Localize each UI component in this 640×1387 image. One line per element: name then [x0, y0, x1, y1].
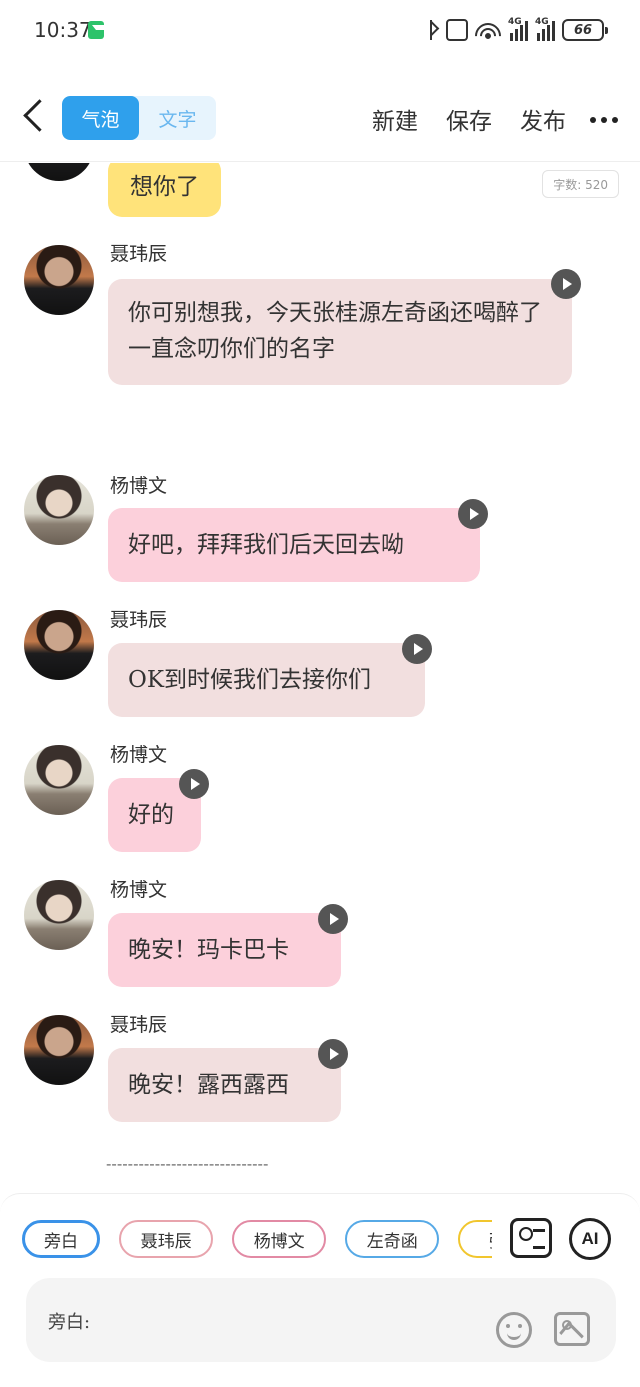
- message-bubble[interactable]: 晚安！露西露西: [108, 1048, 341, 1122]
- new-button[interactable]: 新建: [372, 102, 418, 136]
- message-bubble[interactable]: 晚安！玛卡巴卡: [108, 913, 341, 987]
- message-bubble[interactable]: OK到时候我们去接你们: [108, 643, 425, 717]
- play-icon[interactable]: [402, 634, 432, 664]
- avatar[interactable]: [24, 745, 94, 815]
- play-icon[interactable]: [458, 499, 488, 529]
- speaker-name: 杨博文: [110, 879, 168, 901]
- bottom-panel: 旁白 聂玮辰 杨博文 左奇函 张函 AI 旁白:: [0, 1193, 640, 1387]
- play-icon[interactable]: [318, 904, 348, 934]
- speaker-name: 聂玮辰: [110, 609, 168, 631]
- tab-bubble[interactable]: 气泡: [62, 96, 139, 140]
- top-actions: 新建 保存 发布: [344, 102, 620, 136]
- speaker-name: 杨博文: [110, 744, 168, 766]
- avatar[interactable]: [24, 475, 94, 545]
- save-button[interactable]: 保存: [446, 102, 492, 136]
- message-bubble[interactable]: 好吧，拜拜我们后天回去呦: [108, 508, 480, 582]
- input-speaker-label: 旁白:: [48, 1312, 91, 1333]
- status-bar: 10:37 4G 4G 66: [0, 0, 640, 62]
- emoji-icon[interactable]: [496, 1312, 532, 1348]
- more-icon[interactable]: [590, 109, 620, 129]
- status-time: 10:37: [34, 18, 92, 42]
- avatar[interactable]: [24, 610, 94, 680]
- speaker-name: 聂玮辰: [110, 1014, 168, 1036]
- avatar[interactable]: [24, 245, 94, 315]
- ai-button[interactable]: AI: [569, 1218, 611, 1260]
- avatar[interactable]: [24, 880, 94, 950]
- play-icon[interactable]: [179, 769, 209, 799]
- bluetooth-icon: [425, 19, 439, 41]
- message-input[interactable]: 旁白:: [26, 1278, 616, 1362]
- tab-text[interactable]: 文字: [139, 96, 216, 140]
- chip-zuo[interactable]: 左奇函: [345, 1220, 440, 1258]
- chip-yang[interactable]: 杨博文: [232, 1220, 327, 1258]
- chat-area[interactable]: 字数: 520 想你了 聂玮辰 你可别想我，今天张桂源左奇函还喝醉了一直念叨你们…: [0, 163, 640, 1193]
- vibrate-icon: [446, 19, 468, 41]
- message-bubble[interactable]: 想你了: [108, 163, 221, 217]
- speaker-name: 聂玮辰: [110, 243, 168, 265]
- hourglass-icon: [88, 21, 108, 39]
- end-divider: ------------------------------: [106, 1155, 269, 1173]
- image-icon[interactable]: [554, 1312, 590, 1346]
- avatar[interactable]: [24, 163, 94, 181]
- chip-narrator[interactable]: 旁白: [22, 1220, 100, 1258]
- back-icon[interactable]: [20, 100, 46, 132]
- battery-icon: 66: [562, 19, 608, 41]
- signal-icon-2: 4G: [535, 17, 555, 41]
- avatar[interactable]: [24, 1015, 94, 1085]
- chip-nie[interactable]: 聂玮辰: [119, 1220, 214, 1258]
- character-card-icon[interactable]: [510, 1218, 552, 1258]
- mode-toggle: 气泡 文字: [62, 96, 216, 140]
- signal-icon: 4G: [508, 17, 528, 41]
- publish-button[interactable]: 发布: [520, 102, 566, 136]
- message-bubble[interactable]: 你可别想我，今天张桂源左奇函还喝醉了一直念叨你们的名字: [108, 279, 572, 385]
- wifi-icon: [475, 20, 501, 40]
- speaker-name: 杨博文: [110, 475, 168, 497]
- top-bar: 气泡 文字 新建 保存 发布: [0, 62, 640, 162]
- play-icon[interactable]: [551, 269, 581, 299]
- speaker-chips: 旁白 聂玮辰 杨博文 左奇函 张函: [22, 1220, 492, 1260]
- play-icon[interactable]: [318, 1039, 348, 1069]
- chip-zhang[interactable]: 张函: [458, 1220, 492, 1258]
- status-icons: 4G 4G 66: [425, 16, 608, 44]
- word-count-badge: 字数: 520: [542, 170, 619, 198]
